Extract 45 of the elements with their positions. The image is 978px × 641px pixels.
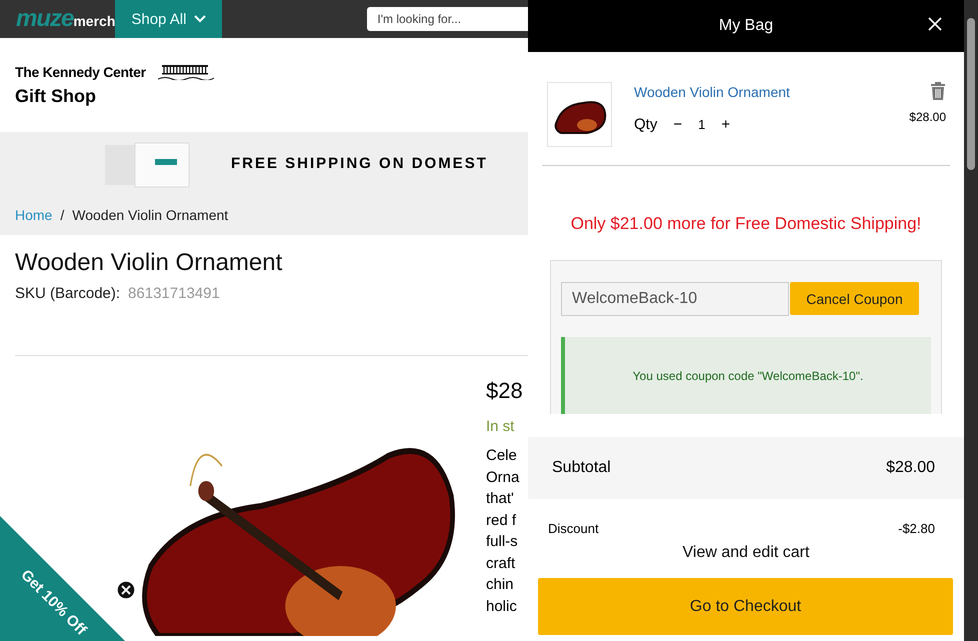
sku-label: SKU (Barcode): <box>15 285 120 302</box>
description-line: red f <box>486 510 518 530</box>
checkout-button[interactable]: Go to Checkout <box>538 578 953 635</box>
close-icon[interactable] <box>116 580 136 600</box>
logo-subtext[interactable]: merch <box>73 13 116 29</box>
description-line: full-s <box>486 532 519 552</box>
gift-shop-title: Gift Shop <box>15 86 97 107</box>
building-logo-icon <box>158 64 214 80</box>
stock-status: In st <box>486 418 516 435</box>
breadcrumb-current: Wooden Violin Ornament <box>72 207 228 223</box>
drawer-title: My Bag <box>718 17 774 35</box>
increase-button[interactable]: + <box>719 116 732 133</box>
sku-value: 86131713491 <box>128 285 220 302</box>
breadcrumb-separator: / <box>60 207 64 223</box>
shop-all-button[interactable]: Shop All <box>115 0 222 38</box>
qty-value: 1 <box>698 117 706 132</box>
decrease-button[interactable]: − <box>671 116 684 133</box>
shipping-notice: Only $21.00 more for Free Domestic Shipping! <box>570 214 922 234</box>
total-label: Subtotal <box>552 459 611 477</box>
brand-name: The Kennedy Center <box>15 64 146 80</box>
description-line: chin <box>486 575 515 595</box>
close-button[interactable] <box>928 17 944 33</box>
cancel-coupon-button[interactable]: Cancel Coupon <box>790 282 919 315</box>
trash-icon[interactable] <box>930 82 946 100</box>
item-price: $28.00 <box>909 110 946 124</box>
item-name-link[interactable]: Wooden Violin Ornament <box>634 84 790 100</box>
coupon-field[interactable]: WelcomeBack-10 <box>561 282 789 316</box>
view-cart-link[interactable]: View and edit cart <box>682 544 810 562</box>
description-line: Cele <box>486 446 518 466</box>
scrollbar-thumb[interactable] <box>967 18 975 170</box>
product-title: Wooden Violin Ornament <box>14 248 284 277</box>
chevron-down-icon <box>194 15 206 23</box>
description-line: craft <box>486 554 516 574</box>
description-line: Orna <box>486 468 520 488</box>
product-thumbnail[interactable] <box>547 82 612 147</box>
total-value: -$2.80 <box>898 521 935 536</box>
product-price: $28 <box>486 378 523 404</box>
qty-label: Qty <box>634 116 658 133</box>
free-shipping-banner-text: FREE SHIPPING ON DOMEST <box>231 155 488 172</box>
description-line: that' <box>486 489 515 509</box>
total-label: Discount <box>548 521 599 536</box>
coupon-success-message: You used coupon code "WelcomeBack-10". <box>561 337 931 414</box>
scrollbar[interactable] <box>964 0 978 641</box>
total-value: $28.00 <box>886 459 935 477</box>
description-line: holic <box>486 596 518 616</box>
